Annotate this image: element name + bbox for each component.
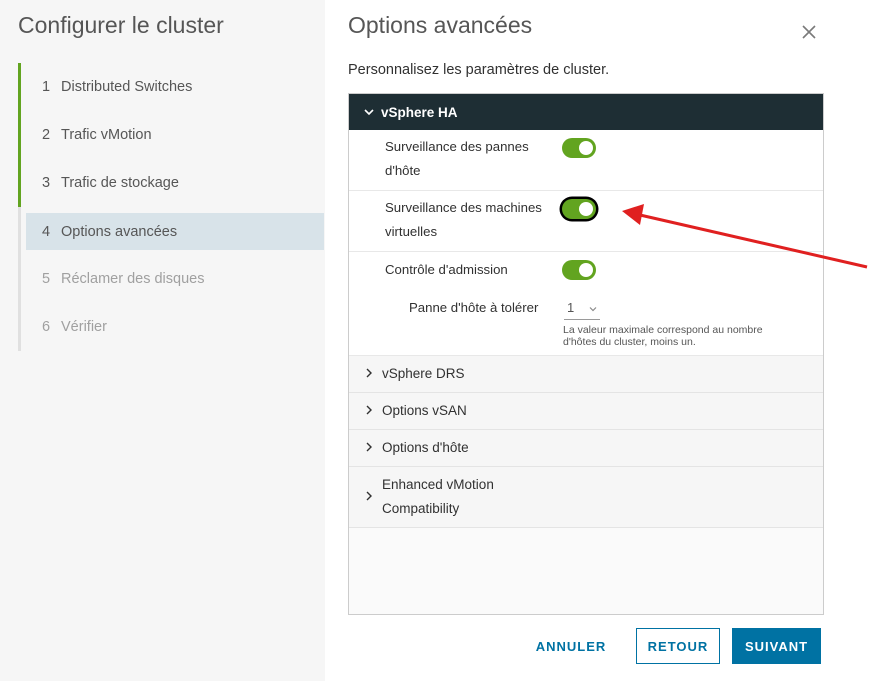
section-title: Options d'hôte <box>382 440 469 455</box>
close-icon <box>802 25 816 39</box>
vsphere-ha-body: Surveillance des pannes d'hôte Surveilla… <box>349 130 823 356</box>
step-progress-bar <box>18 111 21 159</box>
step-progress-bar <box>18 255 21 303</box>
section-title: Enhanced vMotion Compatibility <box>382 473 494 521</box>
toggle-knob <box>579 263 593 277</box>
page-title: Options avancées <box>348 12 533 38</box>
page-margin <box>837 0 870 681</box>
step-label: Trafic de stockage <box>61 175 179 191</box>
section-header-vsphere-ha[interactable]: vSphere HA <box>349 94 823 130</box>
step-progress-bar <box>18 159 21 207</box>
close-button[interactable] <box>799 22 819 42</box>
host-failures-select[interactable]: 1 <box>564 299 600 320</box>
section-title: vSphere HA <box>381 104 458 120</box>
label-line: d'hôte <box>385 163 421 178</box>
step-number: 6 <box>42 319 51 335</box>
label-line: virtuelles <box>385 224 438 239</box>
wizard-sidebar: Configurer le cluster 1 Distributed Swit… <box>0 0 325 681</box>
admission-control-row: Contrôle d'admission <box>349 252 823 289</box>
host-failures-label: Panne d'hôte à tolérer <box>409 300 539 315</box>
step-label: Distributed Switches <box>61 79 193 95</box>
step-number: 5 <box>42 271 51 287</box>
step-label: Vérifier <box>61 319 107 335</box>
next-button[interactable]: SUIVANT <box>732 628 821 664</box>
step-label: Trafic vMotion <box>61 127 152 143</box>
cancel-button[interactable]: ANNULER <box>529 628 613 664</box>
chevron-right-icon <box>364 490 374 505</box>
section-header-vsan-options[interactable]: Options vSAN <box>349 393 823 430</box>
wizard-step-4[interactable]: 4 Options avancées <box>18 207 324 255</box>
hint-line: d'hôtes du cluster, moins un. <box>563 336 696 348</box>
vm-monitoring-toggle[interactable] <box>562 199 596 219</box>
back-button[interactable]: RETOUR <box>636 628 720 664</box>
step-number: 2 <box>42 127 51 143</box>
chevron-down-icon <box>588 302 598 317</box>
chevron-down-icon <box>363 106 381 118</box>
settings-accordion: vSphere HA Surveillance des pannes d'hôt… <box>348 93 824 615</box>
wizard-steps: 1 Distributed Switches 2 Trafic vMotion … <box>18 63 324 351</box>
label-line: Enhanced vMotion <box>382 477 494 492</box>
section-title: vSphere DRS <box>382 366 465 381</box>
admission-control-toggle[interactable] <box>562 260 596 280</box>
hint-line: La valeur maximale correspond au nombre <box>563 324 763 336</box>
wizard-step-5: 5 Réclamer des disques <box>18 255 324 303</box>
section-header-vsphere-drs[interactable]: vSphere DRS <box>349 356 823 393</box>
vm-monitoring-row: Surveillance des machines virtuelles <box>349 191 823 252</box>
label-line: Surveillance des machines <box>385 200 542 215</box>
vm-monitoring-label: Surveillance des machines virtuelles <box>385 196 550 244</box>
section-title: Options vSAN <box>382 403 467 418</box>
wizard-step-6: 6 Vérifier <box>18 303 324 351</box>
step-number: 3 <box>42 175 51 191</box>
section-header-host-options[interactable]: Options d'hôte <box>349 430 823 467</box>
step-label: Réclamer des disques <box>61 271 205 287</box>
host-monitoring-row: Surveillance des pannes d'hôte <box>349 130 823 191</box>
wizard-content: Options avancées Personnalisez les param… <box>325 0 837 681</box>
host-monitoring-toggle[interactable] <box>562 138 596 158</box>
label-line: Compatibility <box>382 501 460 516</box>
section-header-evc[interactable]: Enhanced vMotion Compatibility <box>349 467 823 528</box>
chevron-right-icon <box>364 404 374 419</box>
wizard-step-3[interactable]: 3 Trafic de stockage <box>18 159 324 207</box>
host-failures-hint: La valeur maximale correspond au nombre … <box>563 324 803 348</box>
step-progress-bar <box>18 63 21 111</box>
toggle-knob <box>579 141 593 155</box>
wizard-title: Configurer le cluster <box>18 12 224 38</box>
chevron-right-icon <box>364 367 374 382</box>
step-progress-bar <box>18 207 21 255</box>
chevron-right-icon <box>364 441 374 456</box>
wizard-step-2[interactable]: 2 Trafic vMotion <box>18 111 324 159</box>
step-number: 1 <box>42 79 51 95</box>
select-value: 1 <box>567 300 575 315</box>
admission-control-label: Contrôle d'admission <box>385 262 508 277</box>
step-number: 4 <box>42 223 51 240</box>
wizard-step-1[interactable]: 1 Distributed Switches <box>18 63 324 111</box>
step-progress-bar <box>18 303 21 351</box>
step-label: Options avancées <box>61 223 178 240</box>
page-subtitle: Personnalisez les paramètres de cluster. <box>348 62 610 78</box>
toggle-knob <box>579 202 593 216</box>
label-line: Surveillance des pannes <box>385 139 529 154</box>
host-failures-row: Panne d'hôte à tolérer 1 La valeur maxim… <box>349 289 823 356</box>
host-monitoring-label: Surveillance des pannes d'hôte <box>385 135 550 183</box>
